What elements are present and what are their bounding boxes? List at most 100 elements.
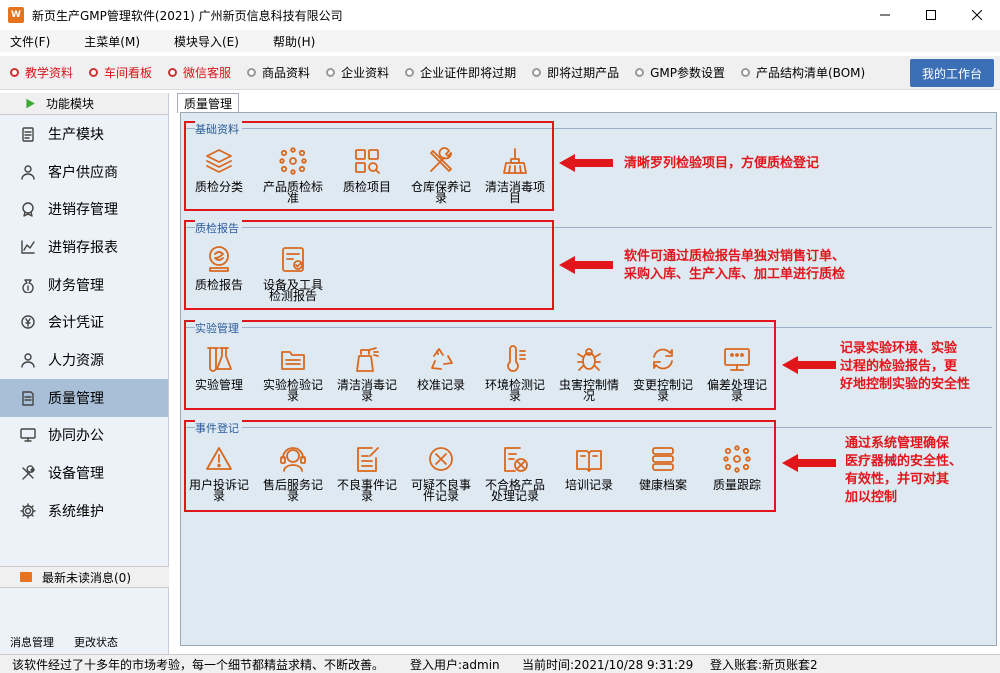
sidebar-item[interactable]: 生产模块 bbox=[0, 115, 168, 153]
checklist-icon bbox=[278, 244, 308, 274]
annotation-line: 过程的检验报告，更 bbox=[840, 359, 958, 374]
module-button[interactable]: 不合格产品处理记录 bbox=[481, 444, 549, 502]
toolbar-workshop-board[interactable]: 车间看板 bbox=[89, 64, 152, 81]
module-label: 产品质检标准 bbox=[262, 180, 323, 205]
sidebar-item-label: 协同办公 bbox=[48, 428, 104, 445]
module-button[interactable]: 可疑不良事件记录 bbox=[407, 444, 475, 502]
module-button[interactable]: 质量跟踪 bbox=[703, 444, 771, 491]
window-title: 新页生产GMP管理软件(2021) 广州新页信息科技有限公司 bbox=[32, 8, 343, 23]
menu-help[interactable]: 帮助(H) bbox=[263, 33, 323, 50]
status-user: 登入用户:admin bbox=[410, 657, 500, 672]
annotation-line: 清晰罗列检验项目，方便质检登记 bbox=[624, 156, 820, 171]
red-arrow-icon bbox=[559, 154, 613, 172]
message-management-link[interactable]: 消息管理 bbox=[10, 634, 54, 650]
toolbar-company-data[interactable]: 企业资料 bbox=[326, 64, 389, 81]
sidebar-header[interactable]: 功能模块 bbox=[0, 93, 168, 115]
x-circle-icon bbox=[426, 444, 456, 474]
module-label: 质量跟踪 bbox=[712, 478, 761, 492]
refresh-icon bbox=[648, 344, 678, 374]
sidebar-item[interactable]: 会计凭证 bbox=[0, 303, 168, 341]
module-button[interactable]: 用户投诉记录 bbox=[185, 444, 253, 502]
unread-messages[interactable]: 最新未读消息(0) bbox=[0, 566, 169, 588]
module-button[interactable]: 培训记录 bbox=[555, 444, 623, 491]
module-label: 偏差处理记录 bbox=[706, 378, 767, 403]
module-button[interactable]: 仓库保养记录 bbox=[407, 146, 475, 204]
recycle-icon bbox=[426, 344, 456, 374]
change-status-link[interactable]: 更改状态 bbox=[74, 634, 118, 650]
module-button[interactable]: 售后服务记录 bbox=[259, 444, 327, 502]
book-icon bbox=[574, 444, 604, 474]
toolbar-gmp-settings[interactable]: GMP参数设置 bbox=[635, 64, 725, 81]
sidebar-item[interactable]: 设备管理 bbox=[0, 454, 168, 492]
radio-dot-icon bbox=[326, 68, 336, 77]
toolbar: 教学资料 车间看板 微信客服 商品资料 企业资料 企业证件即将过期 即将过期产品… bbox=[0, 56, 1000, 90]
bug-icon bbox=[574, 344, 604, 374]
toolbar-product-data[interactable]: 商品资料 bbox=[247, 64, 310, 81]
spray-icon bbox=[352, 344, 382, 374]
menu-file[interactable]: 文件(F) bbox=[0, 33, 58, 50]
menu-main[interactable]: 主菜单(M) bbox=[74, 33, 148, 50]
radio-dot-icon bbox=[89, 68, 99, 77]
sidebar-item[interactable]: 进销存报表 bbox=[0, 228, 168, 266]
module-button[interactable]: 质检报告 bbox=[185, 244, 253, 291]
sidebar-item-label: 进销存报表 bbox=[48, 239, 118, 256]
annotation-line: 通过系统管理确保 bbox=[845, 436, 950, 451]
toolbar-wechat-service[interactable]: 微信客服 bbox=[168, 64, 231, 81]
group-title: 事件登记 bbox=[195, 420, 242, 436]
toolbar-products-expiring[interactable]: 即将过期产品 bbox=[532, 64, 619, 81]
maximize-button[interactable] bbox=[908, 0, 954, 30]
sidebar-item[interactable]: 质量管理 bbox=[0, 378, 168, 417]
module-label: 质检项目 bbox=[342, 180, 391, 194]
module-label: 环境检测记录 bbox=[484, 378, 545, 403]
module-button[interactable]: 质检分类 bbox=[185, 146, 253, 193]
sidebar-item[interactable]: 协同办公 bbox=[0, 417, 168, 455]
module-button[interactable]: 不良事件记录 bbox=[333, 444, 401, 502]
toolbar-license-expiring[interactable]: 企业证件即将过期 bbox=[405, 64, 516, 81]
module-label: 培训记录 bbox=[564, 478, 613, 492]
person-icon bbox=[20, 352, 36, 368]
red-arrow-icon bbox=[559, 256, 613, 274]
database-icon bbox=[648, 444, 678, 474]
sidebar-item[interactable]: 人力资源 bbox=[0, 341, 168, 379]
tab-quality-management[interactable]: 质量管理 bbox=[177, 93, 240, 113]
module-button[interactable]: 实验管理 bbox=[185, 344, 253, 391]
minimize-button[interactable] bbox=[862, 0, 908, 30]
module-button[interactable]: 变更控制记录 bbox=[629, 344, 697, 402]
sidebar-item[interactable]: 系统维护 bbox=[0, 492, 168, 530]
annotation-line: 记录实验环境、实验 bbox=[840, 341, 958, 356]
play-icon bbox=[26, 98, 35, 109]
module-button[interactable]: 实验检验记录 bbox=[259, 344, 327, 402]
annotation-text: 清晰罗列检验项目，方便质检登记 bbox=[624, 155, 819, 173]
sidebar-item-label: 系统维护 bbox=[48, 503, 104, 520]
radio-dot-icon bbox=[741, 68, 750, 77]
sidebar-footer: 消息管理 更改状态 bbox=[0, 631, 169, 653]
module-label: 清洁消毒记录 bbox=[336, 378, 397, 403]
toolbar-bom[interactable]: 产品结构清单(BOM) bbox=[741, 64, 865, 81]
module-button[interactable]: 偏差处理记录 bbox=[703, 344, 771, 402]
module-button[interactable]: 质检项目 bbox=[333, 146, 401, 193]
my-workbench-button[interactable]: 我的工作台 bbox=[910, 59, 994, 87]
module-button[interactable]: 环境检测记录 bbox=[481, 344, 549, 402]
group-title: 实验管理 bbox=[195, 320, 242, 336]
module-label: 实验管理 bbox=[194, 378, 243, 392]
module-button[interactable]: 健康档案 bbox=[629, 444, 697, 491]
module-button[interactable]: 虫害控制情况 bbox=[555, 344, 623, 402]
envelope-icon bbox=[20, 572, 32, 582]
sidebar-item[interactable]: 财务管理 bbox=[0, 266, 168, 304]
close-button[interactable] bbox=[954, 0, 1000, 30]
toolbar-teaching-materials[interactable]: 教学资料 bbox=[10, 64, 73, 81]
module-button[interactable]: 清洁消毒项目 bbox=[481, 146, 549, 204]
module-button[interactable]: 产品质检标准 bbox=[259, 146, 327, 204]
module-label: 设备及工具检测报告 bbox=[262, 278, 323, 303]
module-button[interactable]: 校准记录 bbox=[407, 344, 475, 391]
network-icon bbox=[278, 146, 308, 176]
menu-module-import[interactable]: 模块导入(E) bbox=[164, 33, 247, 50]
annotation-line: 医疗器械的安全性、 bbox=[845, 454, 963, 469]
module-button[interactable]: 清洁消毒记录 bbox=[333, 344, 401, 402]
module-button[interactable]: 设备及工具检测报告 bbox=[259, 244, 327, 302]
sidebar-item[interactable]: 进销存管理 bbox=[0, 190, 168, 228]
module-label: 实验检验记录 bbox=[262, 378, 323, 403]
status-slogan: 该软件经过了十多年的市场考验，每一个细节都精益求精、不断改善。 bbox=[12, 657, 385, 672]
sidebar-item[interactable]: 客户供应商 bbox=[0, 153, 168, 191]
module-label: 校准记录 bbox=[416, 378, 465, 392]
